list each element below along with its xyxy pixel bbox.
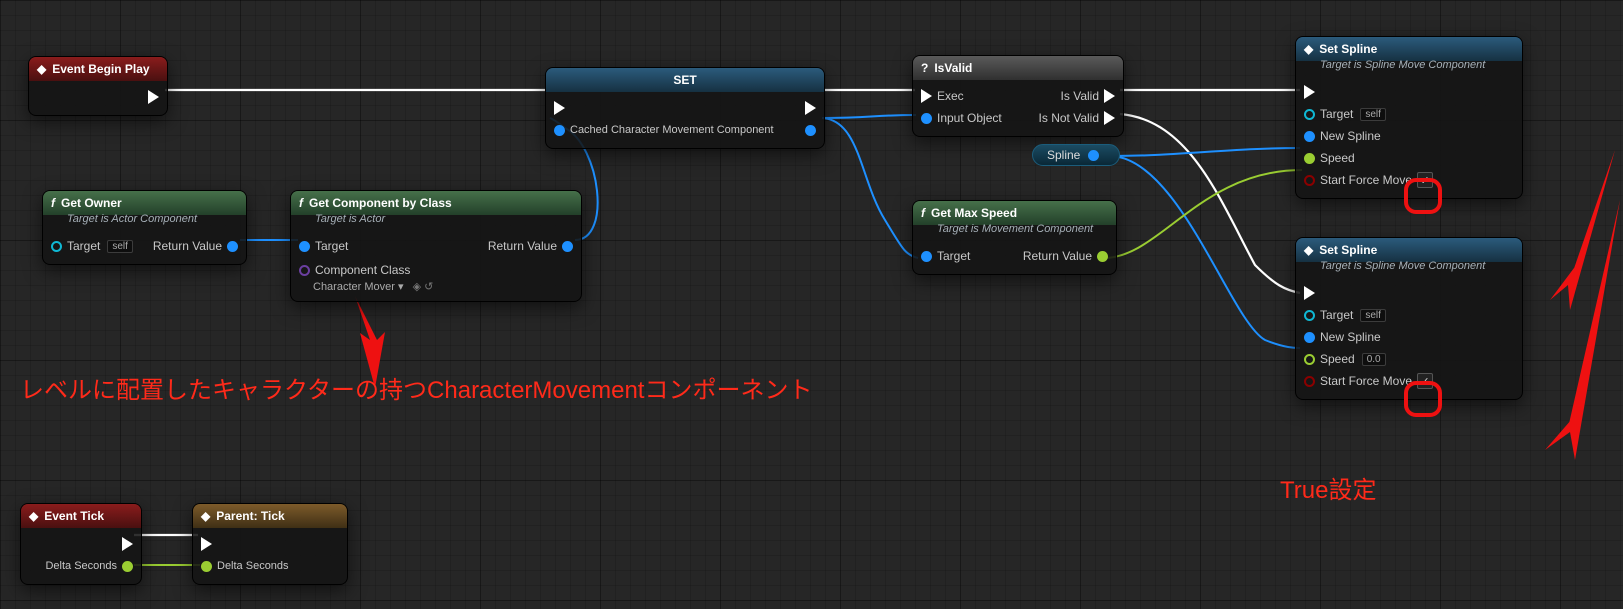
node-set-variable[interactable]: SET Cached Character Movement Component xyxy=(545,67,825,149)
is-not-valid-pin[interactable]: Is Not Valid xyxy=(1039,111,1115,125)
node-get-component-by-class[interactable]: fGet Component by Class Target is Actor … xyxy=(290,190,582,302)
input-object-pin[interactable]: Input Object xyxy=(921,111,1002,125)
node-header: f Get Component by Class xyxy=(291,191,581,215)
exec-in-pin[interactable] xyxy=(1304,85,1315,99)
node-title: Event Tick xyxy=(44,509,104,523)
target-pin[interactable]: Target xyxy=(921,249,970,263)
exec-out-pin[interactable] xyxy=(122,537,133,551)
node-title: Get Component by Class xyxy=(309,196,452,210)
return-value-pin[interactable]: Return Value xyxy=(1023,249,1108,263)
variable-spline-chip[interactable]: Spline xyxy=(1032,144,1120,166)
exec-out-pin[interactable] xyxy=(148,90,159,104)
node-title: Set Spline xyxy=(1319,243,1377,257)
node-subtitle: Target is Spline Move Component xyxy=(1296,260,1522,277)
exec-in-pin[interactable] xyxy=(1304,286,1315,300)
chip-out-pin[interactable] xyxy=(1088,150,1099,161)
exec-in-pin[interactable] xyxy=(201,537,212,551)
delta-seconds-pin[interactable]: Delta Seconds xyxy=(45,560,133,572)
target-pin[interactable]: Targetself xyxy=(1304,107,1386,121)
node-header: ◆ Set Spline xyxy=(1296,37,1522,61)
node-title: Set Spline xyxy=(1319,42,1377,56)
node-header: ◆ Parent: Tick xyxy=(193,504,347,528)
event-icon: ◆ xyxy=(29,509,38,523)
function-icon: f xyxy=(51,196,55,210)
node-event-begin-play[interactable]: ◆ Event Begin Play xyxy=(28,56,168,116)
component-class-pin[interactable]: Component Class xyxy=(299,263,410,277)
node-set-spline-1[interactable]: ◆ Set Spline Target is Spline Move Compon… xyxy=(1295,36,1523,199)
node-title: Parent: Tick xyxy=(216,509,284,523)
parent-icon: ◆ xyxy=(201,509,210,523)
node-subtitle: Target is Spline Move Component xyxy=(1296,59,1522,76)
node-get-owner[interactable]: f Get Owner Target is Actor Component Tar… xyxy=(42,190,247,265)
node-set-spline-2[interactable]: ◆ Set Spline Target is Spline Move Compon… xyxy=(1295,237,1523,400)
node-title: IsValid xyxy=(934,61,972,75)
return-value-pin[interactable]: Return Value xyxy=(153,239,238,253)
annotation-true: True設定 xyxy=(1280,470,1376,505)
exec-out-pin[interactable] xyxy=(805,101,816,115)
exec-in-pin[interactable] xyxy=(554,101,565,115)
node-header: ? IsValid xyxy=(913,56,1123,80)
node-title: Get Owner xyxy=(61,196,122,210)
node-header: ◆ Event Begin Play xyxy=(29,57,167,81)
node-is-valid[interactable]: ? IsValid Exec Is Valid Input Object Is N… xyxy=(912,55,1124,137)
chip-label: Spline xyxy=(1047,148,1080,162)
value-out-pin[interactable] xyxy=(805,125,816,136)
red-highlight-2 xyxy=(1404,381,1442,417)
node-subtitle: Target is Actor xyxy=(291,213,581,230)
delta-seconds-pin[interactable]: Delta Seconds xyxy=(201,560,289,572)
node-subtitle: Target is Movement Component xyxy=(913,223,1116,240)
exec-in-pin[interactable]: Exec xyxy=(921,89,964,103)
exec-out-pin[interactable] xyxy=(1503,286,1514,300)
speed-pin[interactable]: Speed xyxy=(1304,151,1355,165)
class-dropdown[interactable]: Character Mover ▾ ◈ ↺ xyxy=(313,280,573,293)
target-pin[interactable]: Targetself xyxy=(1304,308,1386,322)
new-spline-pin[interactable]: New Spline xyxy=(1304,330,1381,344)
function-icon: f xyxy=(299,196,303,210)
annotation-main: レベルに配置したキャラクターの持つCharacterMovementコンポーネン… xyxy=(20,370,812,405)
function-icon: ◆ xyxy=(1304,243,1313,257)
target-pin[interactable]: Targetself xyxy=(51,239,133,253)
target-pin[interactable]: Target xyxy=(299,239,348,253)
node-title: Get Max Speed xyxy=(931,206,1017,220)
node-title: Event Begin Play xyxy=(52,62,149,76)
red-highlight-1 xyxy=(1404,178,1442,214)
event-icon: ◆ xyxy=(37,62,46,76)
node-header: f Get Max Speed xyxy=(913,201,1116,225)
function-icon: ◆ xyxy=(1304,42,1313,56)
value-in-pin[interactable]: Cached Character Movement Component xyxy=(554,124,774,136)
node-subtitle: Target is Actor Component xyxy=(43,213,246,230)
is-valid-pin[interactable]: Is Valid xyxy=(1061,89,1115,103)
new-spline-pin[interactable]: New Spline xyxy=(1304,129,1381,143)
speed-pin[interactable]: Speed0.0 xyxy=(1304,352,1386,366)
macro-icon: ? xyxy=(921,61,928,75)
exec-out-pin[interactable] xyxy=(1503,85,1514,99)
node-header: ◆ Set Spline xyxy=(1296,238,1522,262)
nav-icons: ◈ ↺ xyxy=(413,281,434,293)
node-header: ◆ Event Tick xyxy=(21,504,141,528)
node-title: SET xyxy=(673,73,696,87)
return-value-pin[interactable]: Return Value xyxy=(488,239,573,253)
node-event-tick[interactable]: ◆ Event Tick Delta Seconds xyxy=(20,503,142,585)
function-icon: f xyxy=(921,206,925,220)
node-header: SET xyxy=(546,68,824,92)
node-header: f Get Owner xyxy=(43,191,246,215)
node-get-max-speed[interactable]: f Get Max Speed Target is Movement Compon… xyxy=(912,200,1117,275)
exec-out-pin[interactable] xyxy=(328,537,339,551)
node-parent-tick[interactable]: ◆ Parent: Tick Delta Seconds xyxy=(192,503,348,585)
